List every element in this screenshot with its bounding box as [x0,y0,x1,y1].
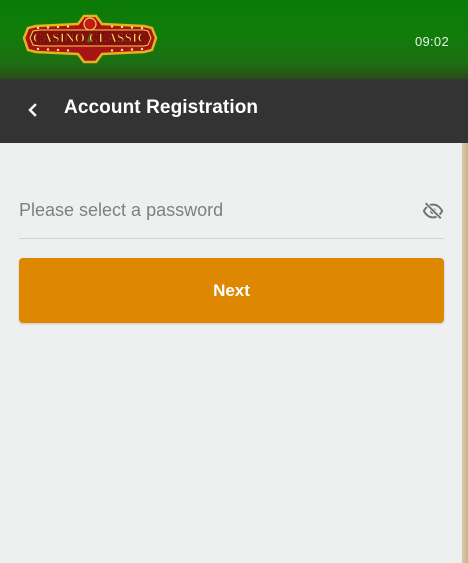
casino-classic-logo: CASINO CLASSIC [22,14,158,64]
back-button[interactable] [18,95,48,125]
password-input[interactable] [19,197,409,223]
title-bar: Account Registration [0,79,468,143]
page-title: Account Registration [64,97,259,118]
chevron-left-icon [28,103,37,117]
eye-off-icon[interactable] [422,200,444,222]
svg-text:CASINO CLASSIC: CASINO CLASSIC [33,30,147,45]
next-button[interactable]: Next [19,258,444,323]
edge-accent [462,143,468,563]
status-time: 09:02 [414,34,449,49]
password-field [19,185,444,239]
brand-header: CASINO CLASSIC 09:02 [0,0,468,79]
